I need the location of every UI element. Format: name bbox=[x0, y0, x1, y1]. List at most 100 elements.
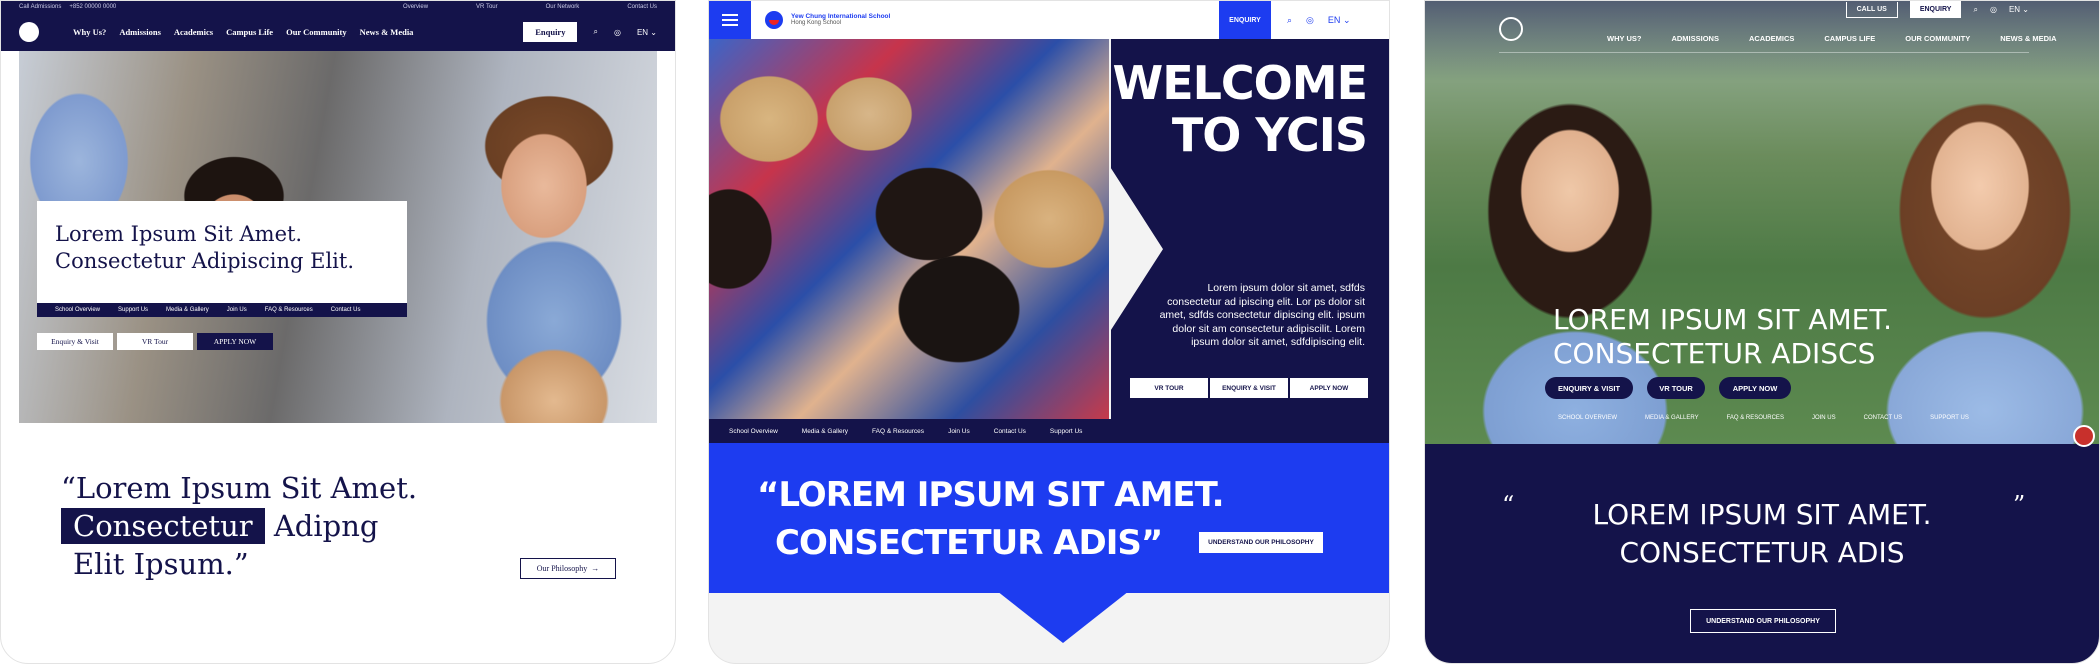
our-philosophy-label: Our Philosophy bbox=[536, 564, 588, 573]
quick-link-contact-us[interactable]: Contact Us bbox=[994, 428, 1026, 435]
chevron-down-icon: ⌄ bbox=[650, 27, 657, 37]
language-label: EN bbox=[636, 27, 649, 37]
call-admissions-label: Call Admissions bbox=[19, 4, 62, 10]
our-philosophy-button[interactable]: Our Philosophy → bbox=[520, 558, 616, 579]
welcome-line1: WELCOME bbox=[1112, 56, 1368, 110]
quote-line1: “Lorem Ipsum Sit Amet. bbox=[61, 471, 418, 505]
utility-link-contact-us[interactable]: Contact Us bbox=[627, 4, 657, 10]
homepage-variant-photo: CALL US ENQUIRY ⌕ ◎ EN ⌄ WHY US? ADMISSI… bbox=[1424, 0, 2100, 664]
enquiry-button[interactable]: Enquiry bbox=[523, 22, 578, 42]
language-selector[interactable]: EN ⌄ bbox=[1328, 15, 1351, 26]
utility-link-vr-tour[interactable]: VR Tour bbox=[476, 4, 498, 10]
quick-link-faq-resources[interactable]: FAQ & Resources bbox=[872, 428, 924, 435]
homepage-variant-serif: Call Admissions +852 00000 0000 Overview… bbox=[0, 0, 676, 664]
nav-why-us[interactable]: Why Us? bbox=[73, 27, 106, 37]
quick-link-school-overview[interactable]: School Overview bbox=[55, 307, 100, 313]
arrow-right-icon: → bbox=[591, 564, 600, 573]
apply-now-button[interactable]: APPLY NOW bbox=[1719, 377, 1791, 399]
nav-academics[interactable]: ACADEMICS bbox=[1749, 34, 1794, 43]
welcome-line2: TO YCIS bbox=[1171, 108, 1368, 162]
nav-admissions[interactable]: Admissions bbox=[119, 27, 161, 37]
enquiry-visit-button[interactable]: Enquiry & Visit bbox=[37, 333, 113, 350]
quote-highlight: Consectetur bbox=[61, 508, 265, 544]
nav-why-us[interactable]: WHY US? bbox=[1607, 34, 1641, 43]
nav-academics[interactable]: Academics bbox=[174, 27, 213, 37]
main-nav: WHY US? ADMISSIONS ACADEMICS CAMPUS LIFE… bbox=[1607, 34, 2056, 43]
utility-link-our-network[interactable]: Our Network bbox=[546, 4, 580, 10]
utility-link-overview[interactable]: Overview bbox=[403, 4, 428, 10]
quick-link-school-overview[interactable]: School Overview bbox=[729, 428, 778, 435]
philosophy-quote: “Lorem Ipsum Sit Amet. Consectetur Adipn… bbox=[61, 469, 417, 583]
welcome-paragraph: Lorem ipsum dolor sit amet, sdfds consec… bbox=[1159, 282, 1365, 348]
hero-image-students-huddle bbox=[709, 39, 1109, 419]
nav-news-media[interactable]: News & Media bbox=[360, 27, 414, 37]
hero-headline-line2: Consectetur Adipiscing Elit. bbox=[55, 249, 355, 274]
language-label: EN bbox=[1327, 14, 1341, 25]
quick-link-join-us[interactable]: JOIN US bbox=[1812, 415, 1836, 421]
school-logo[interactable] bbox=[19, 22, 39, 42]
nav-campus-life[interactable]: Campus Life bbox=[226, 27, 273, 37]
nav-our-community[interactable]: Our Community bbox=[286, 27, 347, 37]
vr-tour-button[interactable]: VR TOUR bbox=[1647, 377, 1705, 399]
quote-line2: CONSECTETUR ADIS” bbox=[775, 523, 1163, 563]
enquiry-button[interactable]: ENQUIRY bbox=[1909, 1, 1962, 18]
quote-line2: CONSECTETUR ADIS bbox=[1619, 536, 1905, 569]
enquiry-visit-button[interactable]: ENQUIRY & VISIT bbox=[1210, 378, 1288, 398]
understand-philosophy-button[interactable]: UNDERSTAND OUR PHILOSOPHY bbox=[1199, 532, 1323, 553]
language-label: EN bbox=[2008, 4, 2021, 14]
nav-admissions[interactable]: ADMISSIONS bbox=[1671, 34, 1719, 43]
quick-link-media-gallery[interactable]: Media & Gallery bbox=[802, 428, 848, 435]
user-icon[interactable]: ◎ bbox=[1306, 15, 1314, 26]
nav-divider bbox=[1499, 52, 2029, 53]
hero-headline-line2: CONSECTETUR ADISCS bbox=[1553, 337, 1876, 370]
call-us-button[interactable]: CALL US bbox=[1845, 1, 1898, 18]
quick-link-join-us[interactable]: Join Us bbox=[227, 307, 247, 313]
enquiry-button[interactable]: ENQUIRY bbox=[1219, 1, 1271, 39]
main-nav: Why Us? Admissions Academics Campus Life… bbox=[1, 13, 675, 51]
user-icon[interactable]: ◎ bbox=[614, 28, 621, 37]
hero-headline-line1: LOREM IPSUM SIT AMET. bbox=[1553, 303, 1893, 336]
nav-news-media[interactable]: NEWS & MEDIA bbox=[2000, 34, 2056, 43]
quick-link-support-us[interactable]: Support Us bbox=[1050, 428, 1083, 435]
language-selector[interactable]: EN ⌄ bbox=[2009, 5, 2029, 15]
quick-link-media-gallery[interactable]: MEDIA & GALLERY bbox=[1645, 415, 1699, 421]
quote-line1: “LOREM IPSUM SIT AMET. bbox=[757, 475, 1225, 515]
utility-actions: CALL US ENQUIRY ⌕ ◎ EN ⌄ bbox=[1845, 1, 2029, 18]
school-crest-logo[interactable] bbox=[765, 11, 783, 29]
search-icon[interactable]: ⌕ bbox=[1973, 5, 1977, 15]
school-campus: Hong Kong School bbox=[791, 20, 842, 27]
user-icon[interactable]: ◎ bbox=[1990, 5, 1997, 15]
quick-link-support-us[interactable]: Support Us bbox=[118, 307, 148, 313]
philosophy-quote: LOREM IPSUM SIT AMET. CONSECTETUR ADIS bbox=[1425, 496, 2099, 572]
vr-tour-button[interactable]: VR Tour bbox=[117, 333, 193, 350]
language-selector[interactable]: EN ⌄ bbox=[637, 28, 657, 37]
apply-now-button[interactable]: APPLY NOW bbox=[197, 333, 273, 350]
section-chevron-decoration bbox=[997, 591, 1129, 643]
understand-philosophy-button[interactable]: UNDERSTAND OUR PHILOSOPHY bbox=[1690, 609, 1836, 633]
hero-headline-line1: Lorem Ipsum Sit Amet. bbox=[55, 222, 303, 246]
quick-link-faq-resources[interactable]: FAQ & RESOURCES bbox=[1727, 415, 1784, 421]
quick-link-faq-resources[interactable]: FAQ & Resources bbox=[265, 307, 313, 313]
school-logo[interactable] bbox=[1499, 17, 1523, 41]
quick-link-join-us[interactable]: Join Us bbox=[948, 428, 970, 435]
school-name: Yew Chung International School bbox=[791, 12, 891, 20]
hamburger-menu-icon[interactable] bbox=[709, 1, 751, 39]
quick-link-school-overview[interactable]: SCHOOL OVERVIEW bbox=[1558, 415, 1617, 421]
school-crest-badge bbox=[2073, 425, 2095, 447]
enquiry-visit-button[interactable]: ENQUIRY & VISIT bbox=[1545, 377, 1633, 399]
quick-link-media-gallery[interactable]: Media & Gallery bbox=[166, 307, 209, 313]
vr-tour-button[interactable]: VR TOUR bbox=[1130, 378, 1208, 398]
quick-links-bar: SCHOOL OVERVIEW MEDIA & GALLERY FAQ & RE… bbox=[1558, 415, 1969, 421]
search-icon[interactable]: ⌕ bbox=[593, 27, 597, 37]
nav-our-community[interactable]: OUR COMMUNITY bbox=[1905, 34, 1970, 43]
quick-link-contact-us[interactable]: Contact Us bbox=[331, 307, 361, 313]
quote-line1: LOREM IPSUM SIT AMET. bbox=[1592, 498, 1932, 531]
admissions-phone-link[interactable]: +852 00000 0000 bbox=[69, 4, 116, 10]
hero-cta-group: ENQUIRY & VISIT VR TOUR APPLY NOW bbox=[1545, 377, 1791, 399]
quick-link-support-us[interactable]: SUPPORT US bbox=[1930, 415, 1969, 421]
apply-now-button[interactable]: APPLY NOW bbox=[1290, 378, 1368, 398]
chevron-down-icon: ⌄ bbox=[2022, 4, 2029, 14]
search-icon[interactable]: ⌕ bbox=[1287, 15, 1292, 26]
quick-link-contact-us[interactable]: CONTACT US bbox=[1864, 415, 1902, 421]
nav-campus-life[interactable]: CAMPUS LIFE bbox=[1824, 34, 1875, 43]
